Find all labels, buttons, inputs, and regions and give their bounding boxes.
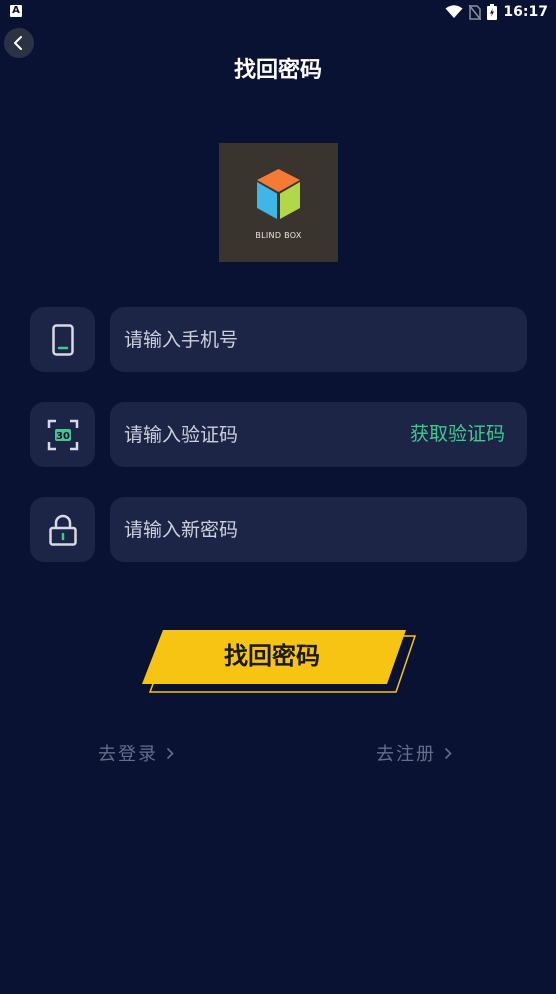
code-icon-box: 30 [30, 402, 95, 467]
status-time: 16:17 [503, 4, 548, 20]
go-login-link[interactable]: 去登录 [98, 740, 174, 766]
code-field: 获取验证码 [110, 402, 527, 467]
logo-text: BLIND BOX [255, 231, 302, 240]
chevron-left-icon [14, 36, 22, 50]
app-notification-icon: A [10, 5, 22, 17]
go-register-link[interactable]: 去注册 [376, 740, 452, 766]
no-sim-icon [469, 4, 482, 20]
lock-icon-box [30, 497, 95, 562]
code-input[interactable] [124, 402, 384, 467]
page-title: 找回密码 [233, 58, 322, 83]
app-logo: BLIND BOX [219, 143, 338, 262]
phone-field [110, 307, 527, 372]
verification-code-icon: 30 [47, 419, 78, 450]
wifi-icon [445, 5, 463, 18]
cube-logo-icon [257, 169, 300, 219]
lock-icon [48, 514, 77, 546]
new-password-input[interactable] [124, 497, 384, 562]
status-icons: 16:17 [445, 2, 548, 22]
phone-icon [51, 323, 74, 356]
go-login-label: 去登录 [98, 744, 158, 765]
phone-input[interactable] [124, 307, 384, 372]
password-field [110, 497, 527, 562]
get-code-button[interactable]: 获取验证码 [410, 402, 505, 467]
recover-password-label: 找回密码 [224, 642, 320, 670]
svg-text:30: 30 [56, 431, 70, 442]
chevron-right-icon [166, 747, 174, 759]
status-bar: A 16:17 [0, 0, 556, 24]
chevron-right-icon [444, 747, 452, 759]
go-register-label: 去注册 [376, 744, 436, 765]
recover-password-button[interactable]: 找回密码 [140, 628, 416, 694]
battery-icon [487, 4, 498, 20]
phone-icon-box [30, 307, 95, 372]
